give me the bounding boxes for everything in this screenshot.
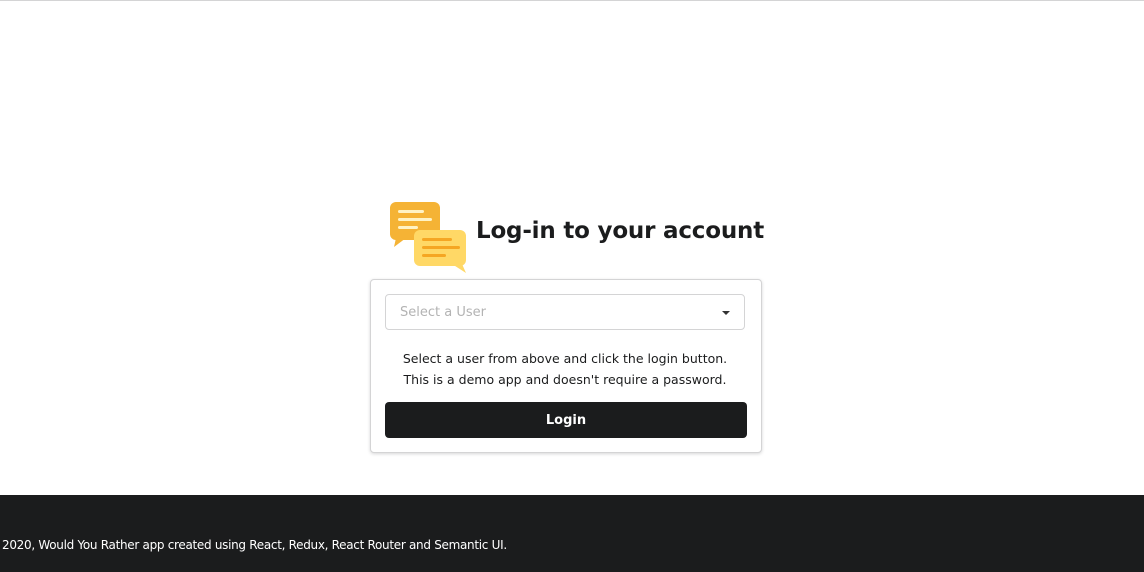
chat-bubbles-icon: [390, 202, 466, 273]
help-line-2: This is a demo app and doesn't require a…: [403, 372, 727, 387]
login-heading: Log-in to your account: [370, 198, 764, 276]
login-form-card: Select a User Select a user from above a…: [370, 279, 762, 453]
dropdown-caret-icon: [722, 311, 730, 315]
footer-text: 2020, Would You Rather app created using…: [2, 538, 507, 552]
login-container: Log-in to your account Select a User Sel…: [370, 198, 764, 453]
top-border: [0, 0, 1144, 1]
user-select-dropdown[interactable]: Select a User: [385, 294, 745, 330]
login-button[interactable]: Login: [385, 402, 747, 438]
user-select-placeholder: Select a User: [400, 305, 486, 320]
help-line-1: Select a user from above and click the l…: [402, 351, 728, 366]
footer: 2020, Would You Rather app created using…: [0, 495, 1144, 572]
page-title: Log-in to your account: [476, 218, 764, 244]
login-help-text: Select a user from above and click the l…: [385, 348, 745, 390]
